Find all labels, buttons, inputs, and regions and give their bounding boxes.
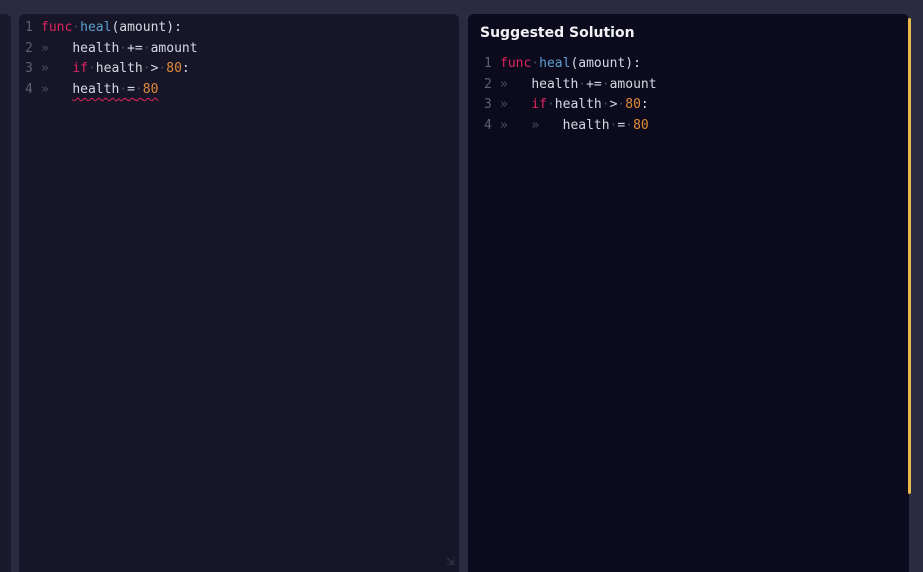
side-panel-edge [0, 14, 11, 572]
tab-marker: » [41, 40, 49, 56]
line-number: 1 [25, 20, 33, 35]
operator: += [127, 40, 143, 56]
number-literal: 80 [142, 82, 159, 98]
function-name: heal [80, 20, 112, 35]
whitespace-marker: · [531, 56, 540, 71]
solution-code: 1 func·heal(amount): 2 » health·+=·amoun… [484, 54, 657, 137]
identifier: health [72, 40, 120, 56]
punctuation: : [640, 97, 649, 113]
code-line: 2 » health·+=·amount [484, 75, 657, 96]
whitespace-marker: · [142, 40, 151, 56]
line-number: 3 [25, 61, 33, 77]
code-line-error[interactable]: 4 » health·=·80 [25, 80, 198, 101]
tab-marker: » [500, 97, 508, 113]
identifier: health [72, 82, 120, 98]
whitespace-marker: · [601, 76, 610, 92]
whitespace-marker: · [601, 97, 610, 113]
identifier: amount [609, 76, 657, 92]
code-line: 4 » » health·=·80 [484, 116, 657, 137]
number-literal: 80 [633, 118, 649, 134]
error-underline[interactable]: health·=·80 [72, 82, 158, 97]
code-editor[interactable]: 1 func·heal(amount): 2 » health·+=·amoun… [25, 18, 198, 101]
whitespace-marker: · [142, 61, 151, 77]
line-number: 3 [484, 97, 492, 113]
tab-marker: » [531, 118, 540, 134]
window-edge [911, 14, 923, 572]
whitespace-marker: · [546, 97, 555, 113]
number-literal: 80 [166, 61, 182, 77]
code-line[interactable]: 3 » if·health·>·80: [25, 59, 198, 80]
line-number: 4 [25, 82, 33, 98]
keyword-func: func [41, 20, 73, 35]
punctuation: : [181, 61, 190, 77]
identifier: health [562, 118, 610, 134]
identifier: amount [150, 40, 198, 56]
whitespace-marker: · [578, 76, 587, 92]
code-editor-panel[interactable]: 1 func·heal(amount): 2 » health·+=·amoun… [19, 14, 459, 572]
code-line: 1 func·heal(amount): [484, 54, 657, 75]
line-number: 2 [484, 76, 492, 92]
whitespace-marker: · [119, 82, 128, 98]
code-line[interactable]: 1 func·heal(amount): [25, 18, 198, 39]
function-params: (amount): [570, 56, 641, 71]
keyword-func: func [500, 56, 532, 71]
identifier: health [95, 61, 143, 77]
line-number: 2 [25, 40, 33, 56]
whitespace-marker: · [87, 61, 96, 77]
whitespace-marker: · [134, 82, 143, 98]
tab-marker: » [500, 118, 508, 134]
whitespace-marker: · [72, 20, 81, 35]
line-number: 1 [484, 56, 492, 71]
suggested-solution-panel: Suggested Solution 1 func·heal(amount): … [468, 14, 909, 572]
function-name: heal [539, 56, 571, 71]
whitespace-marker: · [119, 40, 128, 56]
operator: = [127, 82, 135, 98]
tab-marker: » [500, 76, 508, 92]
operator: += [586, 76, 602, 92]
tab-marker: » [41, 61, 49, 77]
keyword-if: if [72, 61, 88, 77]
function-params: (amount): [111, 20, 182, 35]
solution-title: Suggested Solution [480, 25, 635, 41]
identifier: health [554, 97, 602, 113]
keyword-if: if [531, 97, 547, 113]
resize-handle-icon[interactable]: ⇲ [446, 555, 455, 568]
tab-marker: » [41, 82, 49, 98]
line-number: 4 [484, 118, 492, 134]
code-line[interactable]: 2 » health·+=·amount [25, 39, 198, 60]
number-literal: 80 [625, 97, 641, 113]
whitespace-marker: · [625, 118, 634, 134]
code-line: 3 » if·health·>·80: [484, 95, 657, 116]
identifier: health [531, 76, 579, 92]
